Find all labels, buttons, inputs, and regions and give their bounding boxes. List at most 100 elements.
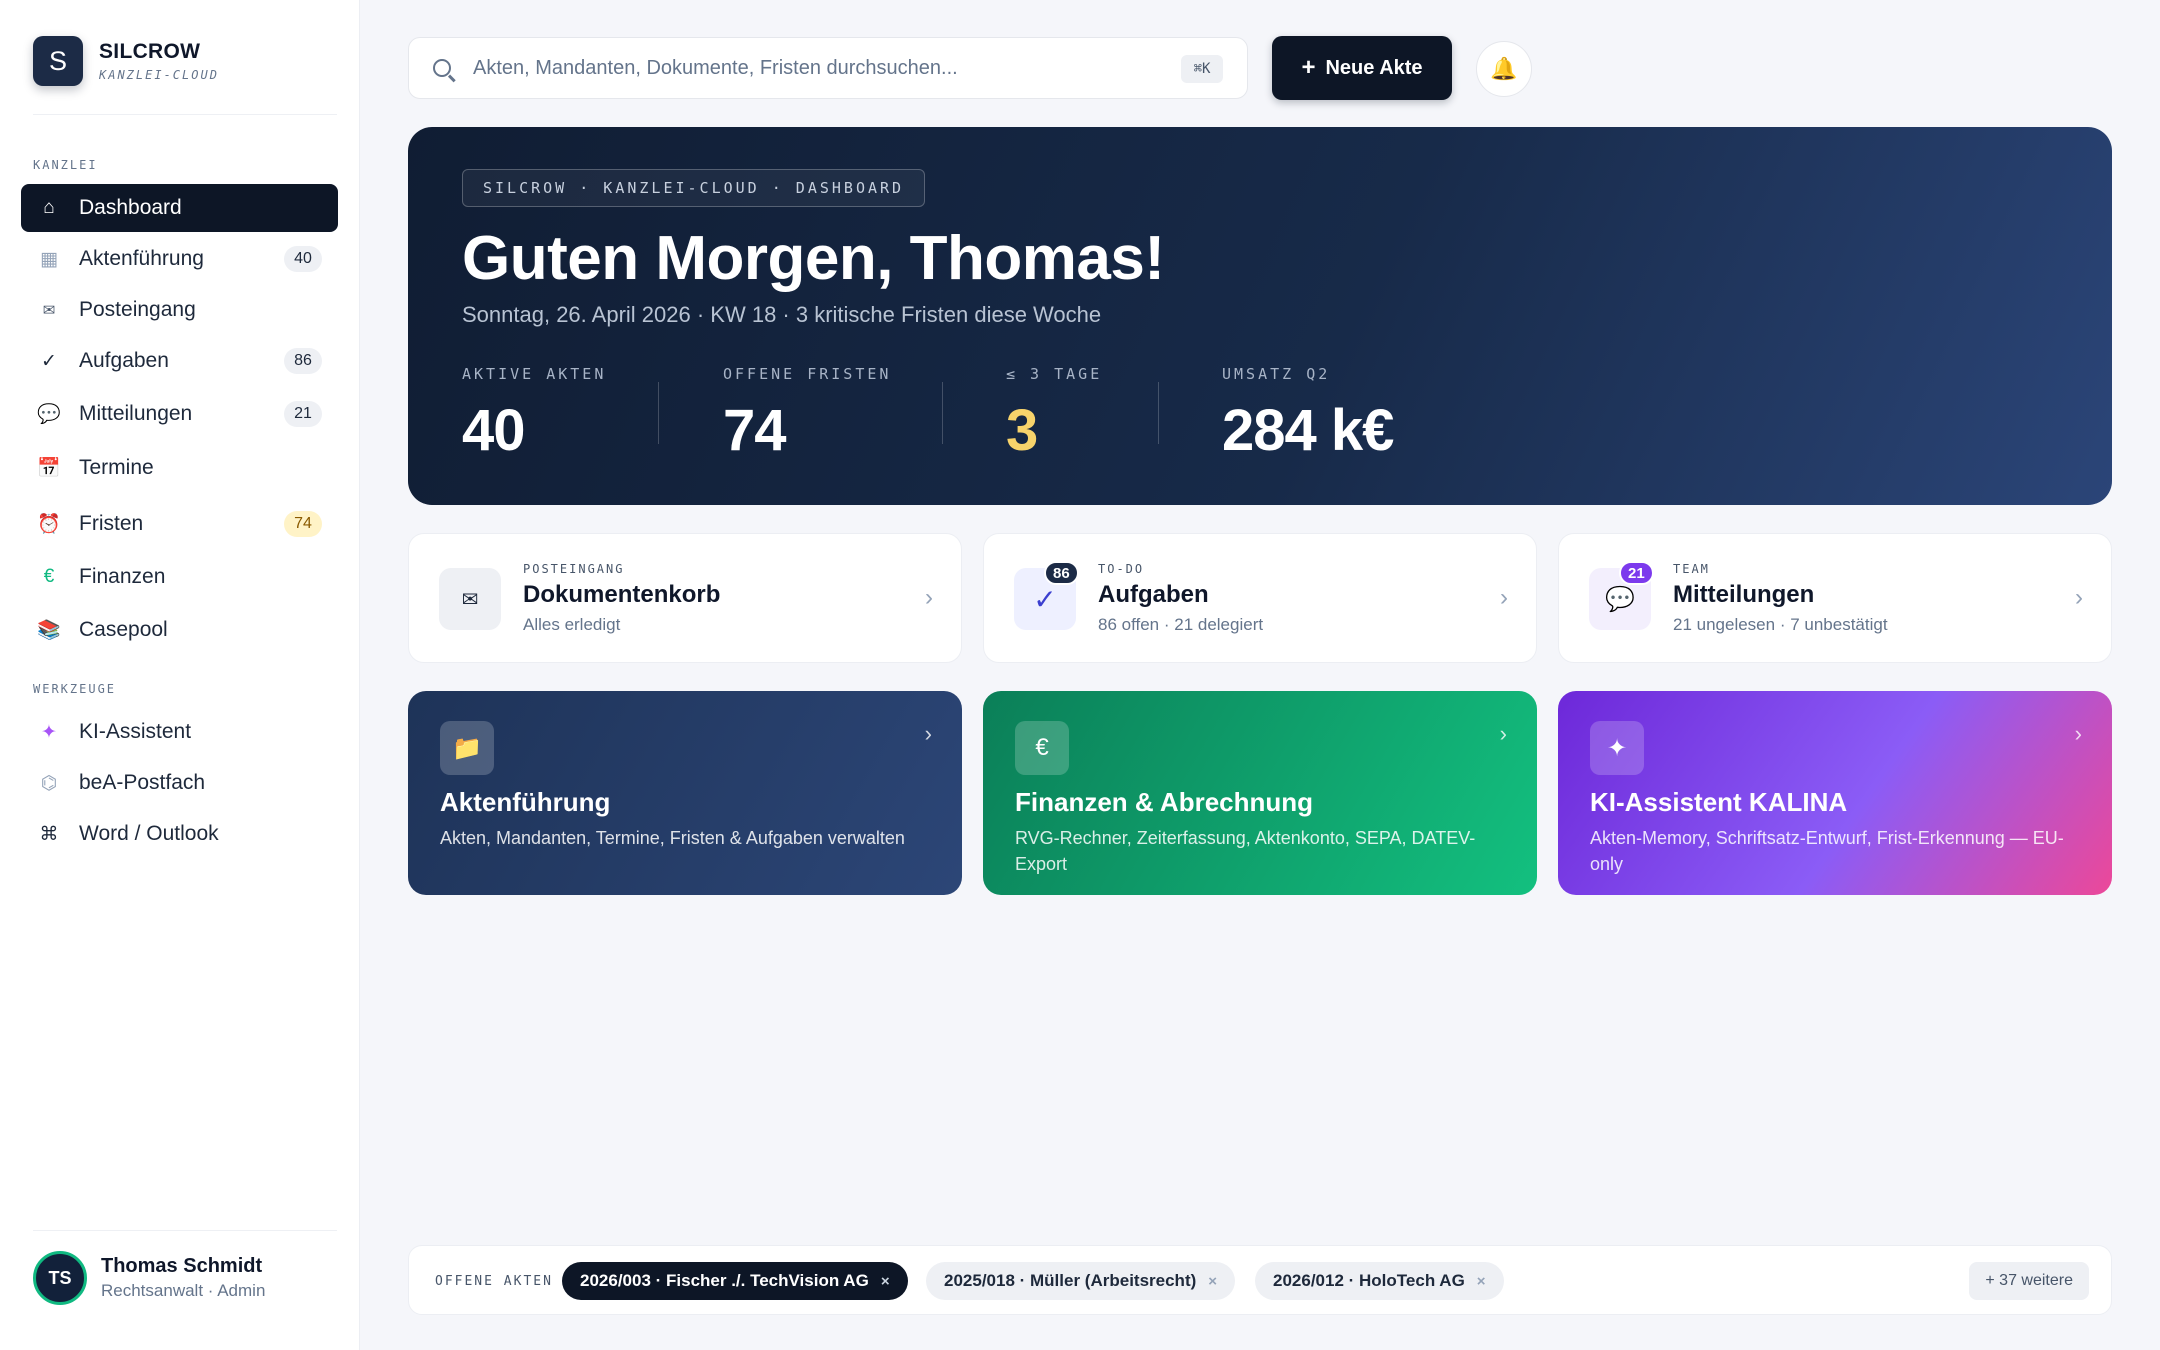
stat-open-deadlines: OFFENE FRISTEN 74 — [723, 365, 891, 464]
sidebar-item-casepool[interactable]: 📚 Casepool — [21, 606, 338, 654]
open-file-tab[interactable]: 2026/012 · HoloTech AG × — [1255, 1262, 1504, 1300]
chevron-right-icon: › — [2074, 721, 2082, 746]
close-icon[interactable]: × — [1208, 1273, 1217, 1290]
divider — [942, 382, 943, 444]
check-icon: ✓ — [41, 350, 57, 372]
user-role: Rechtsanwalt · Admin — [101, 1281, 266, 1300]
tile-title: Finanzen & Abrechnung — [1015, 787, 1314, 817]
speech-bubble-icon: 💬 — [37, 404, 61, 425]
shortcut-hint: ⌘K — [1181, 55, 1223, 83]
notifications-button[interactable]: 🔔 — [1476, 41, 1532, 97]
tile-finanzen[interactable]: € Finanzen & Abrechnung RVG-Rechner, Zei… — [983, 691, 1537, 895]
chevron-right-icon: › — [1499, 721, 1507, 746]
close-icon[interactable]: × — [1477, 1273, 1486, 1290]
sidebar-item-finanzen[interactable]: € Finanzen — [21, 553, 338, 601]
sidebar-item-label: Aufgaben — [79, 349, 169, 372]
new-file-label: Neue Akte — [1325, 56, 1423, 79]
files-icon: ▦ — [40, 248, 58, 270]
sparkle-icon: ✦ — [41, 721, 57, 743]
new-file-button[interactable]: + Neue Akte — [1272, 36, 1452, 100]
search-input[interactable] — [473, 56, 1153, 80]
stat-due-three-days: ≤ 3 TAGE 3 — [1006, 365, 1102, 464]
sidebar-item-aufgaben[interactable]: ✓ Aufgaben 86 — [21, 337, 338, 385]
folder-icon: 📁 — [440, 721, 494, 775]
open-file-tab[interactable]: 2025/018 · Müller (Arbeitsrecht) × — [926, 1262, 1236, 1300]
close-icon[interactable]: × — [881, 1273, 890, 1290]
card-subtitle: 21 ungelesen · 7 unbestätigt — [1673, 615, 1888, 634]
stat-revenue-q2: UMSATZ Q2 284 k€ — [1222, 365, 1394, 464]
stat-value: 3 — [1006, 398, 1038, 463]
sidebar-item-mitteilungen[interactable]: 💬 Mitteilungen 21 — [21, 390, 338, 438]
card-title: Aufgaben — [1098, 581, 1209, 608]
user-profile[interactable]: TS Thomas Schmidt Rechtsanwalt · Admin — [33, 1251, 265, 1305]
card-title: Dokumentenkorb — [523, 581, 721, 608]
card-subtitle: 86 offen · 21 delegiert — [1098, 615, 1264, 634]
stat-active-files: AKTIVE AKTEN 40 — [462, 365, 606, 464]
sidebar-item-termine[interactable]: 📅 Termine — [21, 444, 338, 492]
sidebar-item-label: Casepool — [79, 618, 168, 641]
quick-card-tasks[interactable]: ✓ 86 TO-DO Aufgaben 86 offen · 21 delegi… — [983, 533, 1537, 663]
tile-ki-assistent[interactable]: ✦ KI-Assistent KALINA Akten-Memory, Schr… — [1558, 691, 2112, 895]
section-label-werkzeuge: WERKZEUGE — [33, 682, 117, 696]
sidebar-item-label: Word / Outlook — [79, 822, 219, 845]
sidebar: S SILCROW KANZLEI-CLOUD KANZLEI ⌂ Dashbo… — [0, 0, 360, 1350]
sidebar-item-label: Termine — [79, 456, 154, 479]
open-files-label: OFFENE AKTEN — [435, 1274, 553, 1289]
section-label-kanzlei: KANZLEI — [33, 158, 98, 172]
sidebar-item-label: Posteingang — [79, 298, 196, 321]
envelope-icon: ✉ — [42, 302, 56, 319]
open-files-bar: OFFENE AKTEN 2026/003 · Fischer ./. Tech… — [408, 1245, 2112, 1315]
tile-description: RVG-Rechner, Zeiterfassung, Aktenkonto, … — [1015, 828, 1476, 874]
user-name: Thomas Schmidt — [101, 1255, 263, 1277]
sidebar-item-dashboard[interactable]: ⌂ Dashboard — [21, 184, 338, 232]
avatar: TS — [33, 1251, 87, 1305]
search-icon — [433, 59, 451, 77]
open-file-tab[interactable]: 2026/003 · Fischer ./. TechVision AG × — [562, 1262, 908, 1300]
brand-name: SILCROW — [99, 40, 201, 63]
sidebar-item-word-outlook[interactable]: ⌘ Word / Outlook — [21, 810, 338, 858]
divider — [658, 382, 659, 444]
card-subtitle: Alles erledigt — [523, 615, 621, 634]
sidebar-item-fristen[interactable]: ⏰ Fristen 74 — [21, 500, 338, 548]
tile-aktenfuehrung[interactable]: 📁 Aktenführung Akten, Mandanten, Termine… — [408, 691, 962, 895]
alarm-clock-icon: ⏰ — [37, 514, 61, 535]
euro-icon: € — [43, 566, 55, 587]
chevron-right-icon: › — [924, 721, 932, 746]
count-badge: 40 — [284, 246, 322, 272]
stat-value: 74 — [723, 398, 787, 463]
mailbox-icon: ⌬ — [40, 772, 58, 794]
quick-card-messages[interactable]: 💬 21 TEAM Mitteilungen 21 ungelesen · 7 … — [1558, 533, 2112, 663]
count-badge: 21 — [1619, 561, 1654, 585]
command-icon: ⌘ — [39, 823, 59, 845]
brand[interactable]: S SILCROW KANZLEI-CLOUD — [33, 36, 219, 86]
sidebar-item-aktenfuehrung[interactable]: ▦ Aktenführung 40 — [21, 235, 338, 283]
sparkle-icon: ✦ — [1590, 721, 1644, 775]
divider — [33, 1230, 337, 1231]
stat-label: OFFENE FRISTEN — [723, 365, 892, 383]
count-badge: 74 — [284, 511, 322, 537]
sidebar-item-posteingang[interactable]: ✉ Posteingang — [21, 286, 338, 334]
search-bar[interactable]: ⌘K — [408, 37, 1248, 99]
sidebar-item-ki-assistent[interactable]: ✦ KI-Assistent — [21, 708, 338, 756]
sidebar-item-label: Finanzen — [79, 565, 166, 588]
euro-icon: € — [1015, 721, 1069, 775]
open-file-label: 2025/018 · Müller (Arbeitsrecht) — [944, 1271, 1197, 1290]
brand-logo: S — [33, 36, 83, 86]
stat-label: ≤ 3 TAGE — [1006, 365, 1103, 383]
breadcrumb: SILCROW · KANZLEI-CLOUD · DASHBOARD — [462, 169, 926, 207]
page-subtitle: Sonntag, 26. April 2026 · KW 18 · 3 krit… — [462, 302, 1102, 327]
welcome-banner: SILCROW · KANZLEI-CLOUD · DASHBOARD Gute… — [408, 127, 2112, 505]
quick-card-inbox[interactable]: ✉ POSTEINGANG Dokumentenkorb Alles erled… — [408, 533, 962, 663]
brand-subtitle: KANZLEI-CLOUD — [99, 68, 219, 82]
card-title: Mitteilungen — [1673, 581, 1815, 608]
home-icon: ⌂ — [43, 197, 55, 218]
sidebar-item-bea-postfach[interactable]: ⌬ beA-Postfach — [21, 759, 338, 807]
tile-description: Akten-Memory, Schriftsatz-Entwurf, Frist… — [1590, 828, 2064, 874]
stat-value: 284 k€ — [1222, 398, 1394, 463]
calendar-icon: 📅 — [37, 458, 61, 479]
more-files-button[interactable]: + 37 weitere — [1969, 1262, 2089, 1300]
envelope-icon: ✉ — [439, 568, 501, 630]
page-title: Guten Morgen, Thomas! — [462, 224, 1165, 293]
count-badge: 86 — [284, 348, 322, 374]
chevron-right-icon: › — [925, 584, 933, 611]
